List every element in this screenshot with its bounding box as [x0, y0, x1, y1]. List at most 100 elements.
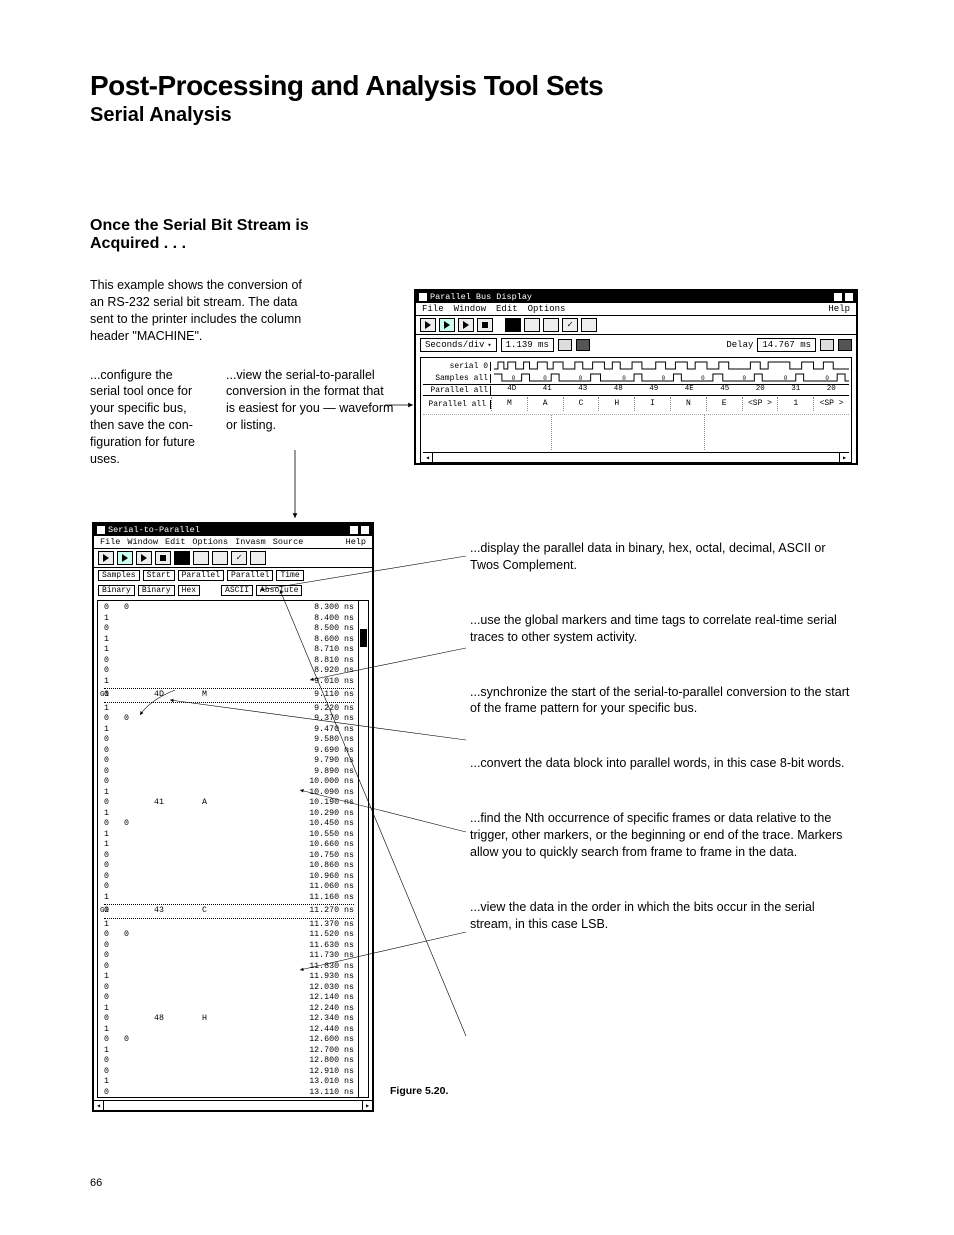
marker-button[interactable] [558, 339, 572, 351]
listing-row[interactable]: 011.630 ns [104, 941, 354, 952]
listing-area[interactable]: 008.300 ns18.400 ns08.500 ns18.600 ns18.… [97, 600, 369, 1098]
listing-row[interactable]: 112.240 ns [104, 1004, 354, 1015]
stop-button[interactable] [155, 551, 171, 565]
horizontal-scrollbar[interactable]: ◂ ▸ [423, 452, 849, 462]
scroll-right-icon[interactable]: ▸ [362, 1101, 372, 1110]
tool-button[interactable] [581, 318, 597, 332]
listing-row[interactable]: 08.810 ns [104, 656, 354, 667]
listing-row[interactable]: 048H12.340 ns [104, 1014, 354, 1025]
delay-value[interactable]: 14.767 ms [757, 338, 816, 352]
listing-row[interactable]: G104DM9.110 ns [104, 690, 354, 701]
radix-select[interactable]: Binary [138, 585, 175, 596]
listing-row[interactable]: 0010.450 ns [104, 819, 354, 830]
tool-button[interactable] [193, 551, 209, 565]
group-button[interactable] [505, 318, 521, 332]
run-repeat-button[interactable] [439, 318, 455, 332]
apply-button[interactable] [231, 551, 247, 565]
menu-file[interactable]: File [100, 537, 120, 547]
listing-row[interactable]: 19.220 ns [104, 704, 354, 715]
listing-row[interactable]: 18.710 ns [104, 645, 354, 656]
radix-select[interactable]: Hex [178, 585, 200, 596]
menu-window[interactable]: Window [454, 304, 486, 314]
listing-row[interactable]: 111.930 ns [104, 972, 354, 983]
listing-row[interactable]: 09.690 ns [104, 746, 354, 757]
menu-invasm[interactable]: Invasm [235, 537, 266, 547]
stop-button[interactable] [477, 318, 493, 332]
marker-button[interactable] [576, 339, 590, 351]
listing-row[interactable]: 011.060 ns [104, 882, 354, 893]
listing-row[interactable]: 09.580 ns [104, 735, 354, 746]
column-select[interactable]: Samples [98, 570, 140, 581]
radix-select[interactable]: ASCII [221, 585, 253, 596]
menu-source[interactable]: Source [273, 537, 304, 547]
seconds-per-div-value[interactable]: 1.139 ms [501, 338, 554, 352]
listing-row[interactable]: 011.830 ns [104, 962, 354, 973]
step-button[interactable] [136, 551, 152, 565]
step-button[interactable] [458, 318, 474, 332]
listing-row[interactable]: 18.400 ns [104, 614, 354, 625]
listing-row[interactable]: 19.470 ns [104, 725, 354, 736]
listing-row[interactable]: 0011.520 ns [104, 930, 354, 941]
minimize-icon[interactable] [350, 526, 358, 534]
listing-row[interactable]: 012.030 ns [104, 983, 354, 994]
run-button[interactable] [420, 318, 436, 332]
column-select[interactable]: Time [276, 570, 303, 581]
horizontal-scrollbar[interactable]: ◂ ▸ [94, 1100, 372, 1110]
tool-button[interactable] [250, 551, 266, 565]
window-control-icon[interactable] [419, 293, 427, 301]
column-select[interactable]: Parallel [178, 570, 224, 581]
listing-row[interactable]: 113.010 ns [104, 1077, 354, 1088]
tool-button[interactable] [543, 318, 559, 332]
window-control-icon[interactable] [97, 526, 105, 534]
time-mode-select[interactable]: Absolute [256, 585, 302, 596]
listing-row[interactable]: 110.090 ns [104, 788, 354, 799]
window-titlebar[interactable]: Serial-to-Parallel [94, 524, 372, 536]
listing-row[interactable]: 112.700 ns [104, 1046, 354, 1057]
window-titlebar[interactable]: Parallel Bus Display [416, 291, 856, 303]
listing-row[interactable]: 010.960 ns [104, 872, 354, 883]
tool-button[interactable] [212, 551, 228, 565]
listing-row[interactable]: 009.370 ns [104, 714, 354, 725]
listing-row[interactable]: 010.000 ns [104, 777, 354, 788]
listing-row[interactable]: 08.500 ns [104, 624, 354, 635]
listing-row[interactable]: 012.800 ns [104, 1056, 354, 1067]
listing-row[interactable]: 012.140 ns [104, 993, 354, 1004]
column-select[interactable]: Start [143, 570, 175, 581]
seconds-per-div-field[interactable]: Seconds/div▾ [420, 338, 497, 352]
menu-help[interactable]: Help [828, 304, 850, 314]
run-repeat-button[interactable] [117, 551, 133, 565]
run-button[interactable] [98, 551, 114, 565]
menu-help[interactable]: Help [346, 537, 366, 547]
listing-row[interactable]: 08.920 ns [104, 666, 354, 677]
menu-window[interactable]: Window [127, 537, 158, 547]
apply-button[interactable] [562, 318, 578, 332]
listing-row[interactable]: G2043C11.270 ns [104, 906, 354, 917]
listing-row[interactable]: 0012.600 ns [104, 1035, 354, 1046]
listing-row[interactable]: 041A10.190 ns [104, 798, 354, 809]
listing-row[interactable]: 011.730 ns [104, 951, 354, 962]
menu-file[interactable]: File [422, 304, 444, 314]
listing-row[interactable]: 09.790 ns [104, 756, 354, 767]
scroll-left-icon[interactable]: ◂ [423, 453, 433, 462]
listing-row[interactable]: 110.550 ns [104, 830, 354, 841]
listing-row[interactable]: 111.160 ns [104, 893, 354, 904]
waveform-area[interactable]: serial 0 Samples all 000 000 000 Paralle… [420, 357, 852, 463]
scroll-right-icon[interactable]: ▸ [839, 453, 849, 462]
listing-row[interactable]: 111.370 ns [104, 920, 354, 931]
radix-select[interactable]: Binary [98, 585, 135, 596]
maximize-icon[interactable] [845, 293, 853, 301]
listing-row[interactable]: 010.750 ns [104, 851, 354, 862]
column-select[interactable]: Parallel [227, 570, 273, 581]
tool-button[interactable] [524, 318, 540, 332]
maximize-icon[interactable] [361, 526, 369, 534]
listing-row[interactable]: 008.300 ns [104, 603, 354, 614]
marker-button[interactable] [820, 339, 834, 351]
listing-row[interactable]: 112.440 ns [104, 1025, 354, 1036]
listing-row[interactable]: 013.110 ns [104, 1088, 354, 1099]
menu-options[interactable]: Options [528, 304, 566, 314]
listing-row[interactable]: 110.290 ns [104, 809, 354, 820]
listing-row[interactable]: 19.010 ns [104, 677, 354, 688]
listing-row[interactable]: 18.600 ns [104, 635, 354, 646]
menu-options[interactable]: Options [192, 537, 228, 547]
menu-edit[interactable]: Edit [496, 304, 518, 314]
